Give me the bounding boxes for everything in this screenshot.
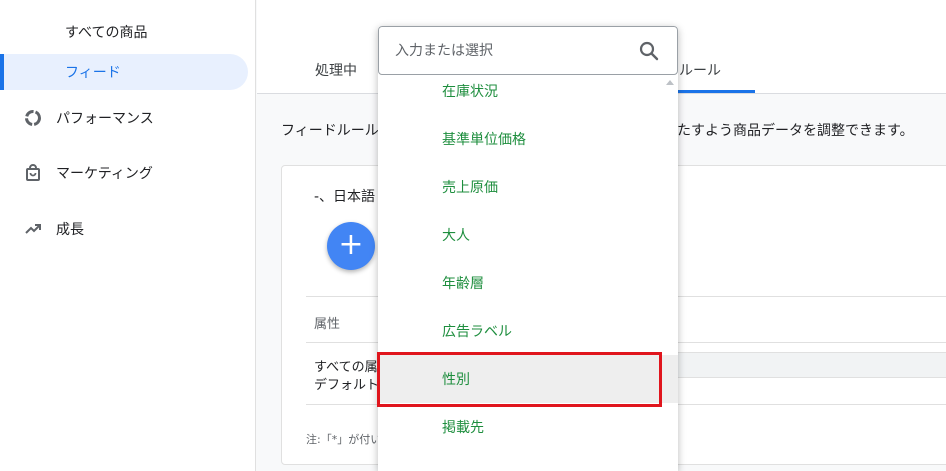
tab-rules[interactable]: ルール <box>679 60 721 80</box>
add-rule-button[interactable]: + <box>327 222 375 270</box>
option-destinations[interactable]: 掲載先 <box>378 403 678 451</box>
option-label: 広告ラベル <box>442 324 512 340</box>
sidebar-item-label: 成長 <box>56 222 84 238</box>
option-label: 基準単位価格 <box>442 132 526 148</box>
option-ads-labels[interactable]: 広告ラベル <box>378 307 678 355</box>
page-description: フィードルール <box>281 123 379 139</box>
row-value-cell <box>674 352 946 378</box>
option-label: 売上原価 <box>442 180 498 196</box>
sidebar-item-label: フィード <box>65 65 121 81</box>
option-label: 掲載先 <box>442 420 484 436</box>
option-label: 年齢層 <box>442 276 484 292</box>
option-age-group[interactable]: 年齢層 <box>378 259 678 307</box>
option-cost-of-goods[interactable]: 売上原価 <box>378 163 678 211</box>
row-attribute-text: すべての属 <box>314 360 378 375</box>
option-label: 大人 <box>442 228 470 244</box>
page-description-continued: たすよう商品データを調整できます。 <box>677 123 914 139</box>
sidebar-item-label: パフォーマンス <box>56 111 154 127</box>
sidebar-item-feeds[interactable]: フィード <box>0 54 248 90</box>
sidebar-item-marketing[interactable]: マーケティング <box>0 153 248 193</box>
shopping-bag-icon <box>24 164 42 182</box>
attribute-column-header: 属性 <box>314 317 341 332</box>
search-input[interactable] <box>395 38 625 64</box>
performance-donut-icon <box>24 109 42 127</box>
trending-up-icon <box>24 220 42 238</box>
footnote: 注:「*」が付い <box>306 433 382 446</box>
option-unit-pricing[interactable]: 基準単位価格 <box>378 115 678 163</box>
option-adult[interactable]: 大人 <box>378 211 678 259</box>
row-default-text: デフォルト <box>314 378 380 393</box>
sidebar-item-performance[interactable]: パフォーマンス <box>0 98 248 138</box>
sidebar: すべての商品 フィード パフォーマンス マーケティング 成長 <box>0 0 256 471</box>
tab-processing[interactable]: 処理中 <box>315 60 357 80</box>
sidebar-item-label: マーケティング <box>56 166 153 182</box>
active-tab-indicator <box>669 90 755 93</box>
sidebar-item-growth[interactable]: 成長 <box>0 209 248 249</box>
sidebar-item-all-products[interactable]: すべての商品 <box>0 14 248 50</box>
search-icon[interactable] <box>639 41 659 61</box>
sidebar-item-label: すべての商品 <box>65 25 148 41</box>
option-label: 在庫状況 <box>442 84 498 100</box>
highlight-annotation-box <box>377 352 662 407</box>
language-label: -、日本語 <box>314 189 376 205</box>
option-availability[interactable]: 在庫状況 <box>378 67 678 115</box>
